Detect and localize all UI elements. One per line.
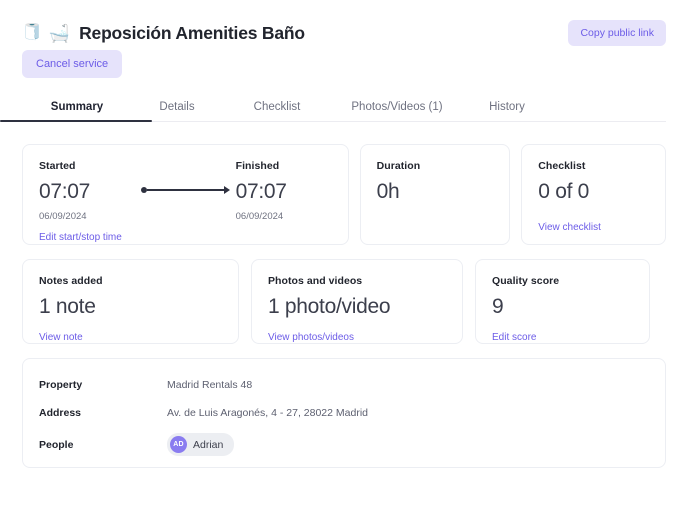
started-column: Started 07:07 06/09/2024 <box>39 160 135 222</box>
tab-bar: Summary Details Checklist Photos/Videos … <box>0 92 688 122</box>
photos-value: 1 photo/video <box>268 295 391 318</box>
quality-value: 9 <box>492 295 504 318</box>
card-property-details: Property Madrid Rentals 48 Address Av. d… <box>22 358 666 468</box>
duration-label: Duration <box>376 160 421 172</box>
edit-start-stop-time-link[interactable]: Edit start/stop time <box>39 232 332 243</box>
card-notes: Notes added 1 note View note <box>22 259 239 344</box>
card-start-finish: Started 07:07 06/09/2024 Finished 07:07 … <box>22 144 349 245</box>
cancel-service-button[interactable]: Cancel service <box>22 50 123 78</box>
card-checklist: Checklist 0 of 0 View checklist <box>521 144 666 245</box>
property-value: Madrid Rentals 48 <box>167 378 253 391</box>
finished-label: Finished <box>235 160 280 172</box>
page-title: Reposición Amenities Baño <box>79 22 305 43</box>
person-chip-adrian[interactable]: AD Adrian <box>167 433 235 456</box>
title-block: 🧻 🛁 Reposición Amenities Baño <box>22 23 568 44</box>
address-value: Av. de Luis Aragonés, 4 - 27, 28022 Madr… <box>167 406 368 419</box>
page-header: 🧻 🛁 Reposición Amenities Baño Copy publi… <box>0 0 688 46</box>
finished-column: Finished 07:07 06/09/2024 <box>236 160 332 222</box>
summary-content: Started 07:07 06/09/2024 Finished 07:07 … <box>0 144 688 468</box>
property-label: Property <box>39 378 83 391</box>
detail-row-address: Address Av. de Luis Aragonés, 4 - 27, 28… <box>39 405 649 420</box>
arrow-right-icon <box>135 186 236 194</box>
finished-time: 07:07 <box>235 180 287 203</box>
detail-row-people: People AD Adrian <box>39 433 649 456</box>
notes-label: Notes added <box>39 275 103 287</box>
timeline-connector <box>135 160 236 194</box>
card-quality-score: Quality score 9 Edit score <box>475 259 650 344</box>
copy-public-link-button[interactable]: Copy public link <box>568 20 666 46</box>
detail-row-property: Property Madrid Rentals 48 <box>39 377 649 392</box>
view-photos-videos-link[interactable]: View photos/videos <box>268 332 354 343</box>
tab-summary[interactable]: Summary <box>0 101 152 122</box>
service-detail-page: 🧻 🛁 Reposición Amenities Baño Copy publi… <box>0 0 688 507</box>
summary-cards-row-2: Notes added 1 note View note Photos and … <box>22 259 666 344</box>
quality-label: Quality score <box>492 275 560 287</box>
tab-checklist[interactable]: Checklist <box>222 101 332 122</box>
tab-details[interactable]: Details <box>132 101 222 122</box>
duration-value: 0h <box>376 180 400 203</box>
view-note-link[interactable]: View note <box>39 332 83 343</box>
finished-date: 06/09/2024 <box>235 211 284 222</box>
edit-score-link[interactable]: Edit score <box>492 332 536 343</box>
person-name: Adrian <box>193 438 224 451</box>
started-date: 06/09/2024 <box>39 211 87 222</box>
photos-label: Photos and videos <box>268 275 363 287</box>
people-label: People <box>39 438 74 451</box>
bathtub-icon: 🛁 <box>48 23 71 43</box>
toilet-paper-icon: 🧻 <box>22 24 42 41</box>
checklist-label: Checklist <box>538 160 586 172</box>
arrow-line <box>147 189 224 191</box>
started-time: 07:07 <box>39 180 91 203</box>
address-label: Address <box>39 406 82 419</box>
checklist-value: 0 of 0 <box>538 180 590 203</box>
view-checklist-link[interactable]: View checklist <box>538 222 601 233</box>
card-photos-videos: Photos and videos 1 photo/video View pho… <box>251 259 463 344</box>
card-duration: Duration 0h <box>359 144 511 245</box>
started-label: Started <box>39 160 76 172</box>
tab-photos-videos[interactable]: Photos/Videos (1) <box>332 101 462 122</box>
avatar: AD <box>170 436 187 453</box>
timeline-grid: Started 07:07 06/09/2024 Finished 07:07 … <box>39 160 332 222</box>
notes-value: 1 note <box>39 295 96 318</box>
arrow-head <box>223 186 230 194</box>
summary-cards-row-1: Started 07:07 06/09/2024 Finished 07:07 … <box>22 144 666 245</box>
tab-history[interactable]: History <box>462 101 552 122</box>
